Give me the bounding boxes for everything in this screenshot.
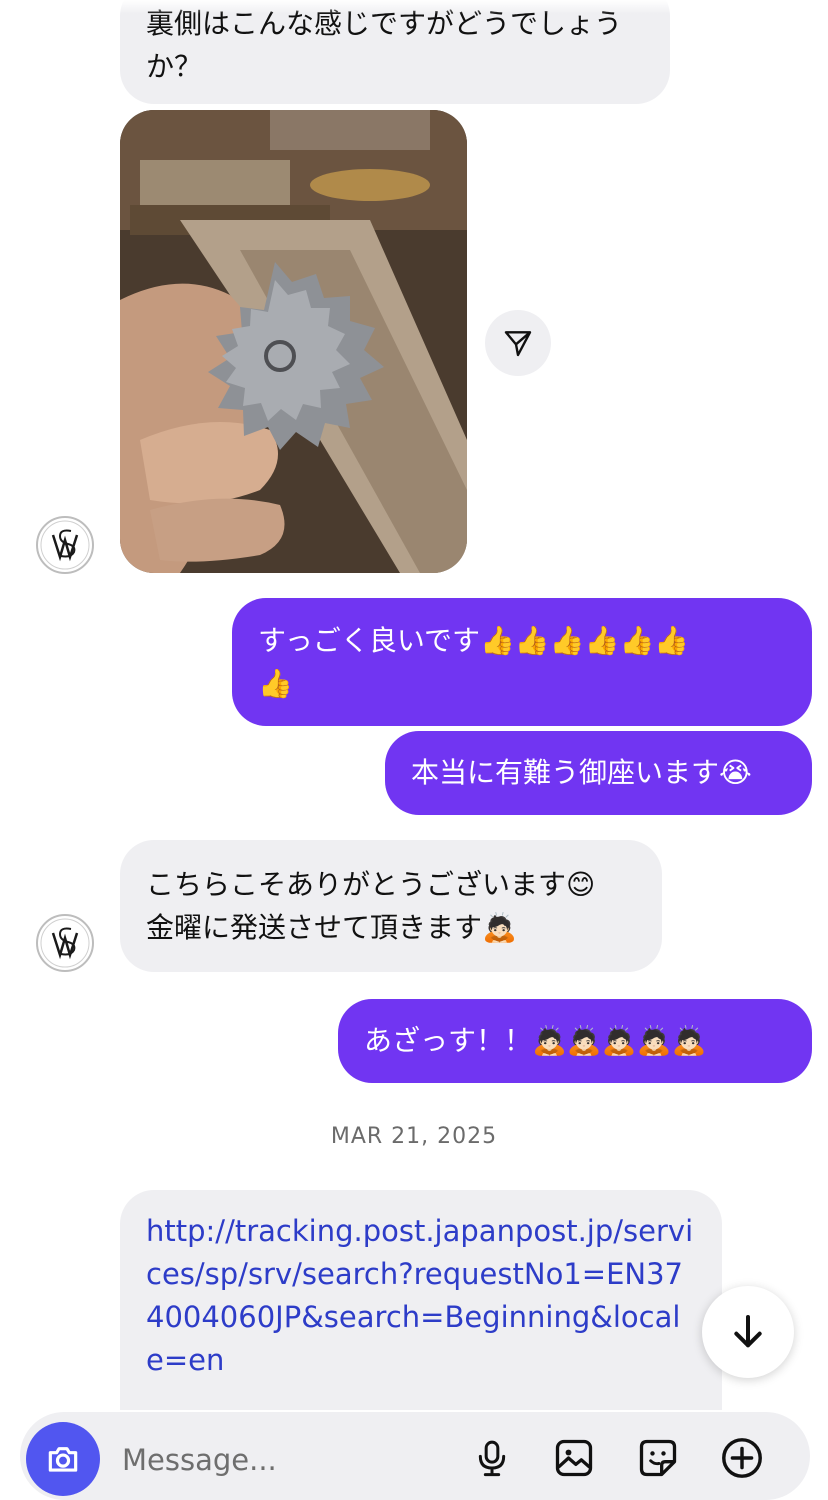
message-input[interactable] [120, 1436, 444, 1484]
photo-image [120, 110, 467, 573]
microphone-icon [478, 1440, 506, 1477]
sticker-icon [639, 1439, 677, 1477]
link-message[interactable]: http://tracking.post.japanpost.jp/servic… [120, 1190, 722, 1410]
scroll-to-bottom-button[interactable] [702, 1286, 794, 1378]
sender-logo [40, 520, 90, 570]
sticker-button[interactable] [632, 1432, 684, 1484]
outgoing-message[interactable]: 本当に有難う御座います😭 [385, 731, 812, 815]
gallery-button[interactable] [548, 1432, 600, 1484]
sender-avatar[interactable] [36, 914, 94, 972]
incoming-message[interactable]: 裏側はこんな感じですがどうでしょうか？ [120, 0, 670, 104]
plus-circle-icon [722, 1438, 762, 1478]
outgoing-message[interactable]: あざっす！！🙇🏻🙇🏻🙇🏻🙇🏻🙇🏻 [338, 999, 812, 1083]
add-button[interactable] [716, 1432, 768, 1484]
sender-avatar[interactable] [36, 516, 94, 574]
sender-logo [40, 918, 90, 968]
date-separator: MAR 21, 2025 [330, 1124, 498, 1149]
arrow-down-icon [734, 1315, 762, 1348]
share-button[interactable] [485, 310, 551, 376]
camera-icon [48, 1447, 78, 1472]
photo-message[interactable] [120, 110, 467, 573]
incoming-message[interactable]: こちらこそありがとうございます😊 金曜に発送させて頂きます🙇🏻 [120, 840, 662, 972]
camera-button[interactable] [26, 1422, 100, 1496]
gallery-icon [555, 1439, 593, 1477]
tracking-link[interactable]: http://tracking.post.japanpost.jp/servic… [146, 1214, 693, 1377]
outgoing-message[interactable]: すっごく良いです👍👍👍👍👍👍 👍 [232, 598, 812, 726]
microphone-button[interactable] [466, 1432, 518, 1484]
top-fade [0, 0, 828, 14]
send-icon [504, 331, 532, 357]
